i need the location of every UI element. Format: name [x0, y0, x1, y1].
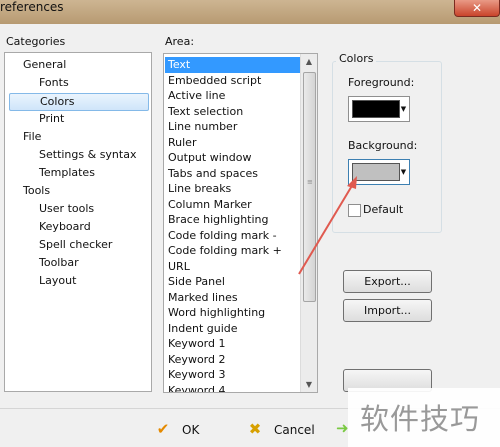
- scroll-down-arrow-icon[interactable]: ▼: [301, 377, 317, 392]
- area-list-item[interactable]: Code folding mark +: [165, 243, 301, 259]
- area-list-item[interactable]: Tabs and spaces: [165, 166, 301, 182]
- cancel-button[interactable]: ✖ Cancel: [244, 418, 324, 440]
- category-item-templates[interactable]: Templates: [39, 165, 95, 181]
- area-label: Area:: [165, 35, 195, 48]
- cross-icon: ✖: [248, 420, 262, 438]
- categories-label: Categories: [6, 35, 66, 48]
- category-item-settings-syntax[interactable]: Settings & syntax: [39, 147, 136, 163]
- category-item-file[interactable]: File: [23, 129, 41, 145]
- close-button[interactable]: ✕: [454, 0, 500, 17]
- close-icon[interactable]: ✕: [472, 1, 482, 15]
- window-title: references: [0, 0, 64, 14]
- default-checkbox-label[interactable]: Default: [363, 203, 403, 216]
- category-item-toolbar[interactable]: Toolbar: [39, 255, 79, 271]
- import-button[interactable]: Import...: [343, 299, 432, 322]
- checkmark-icon: ✔: [156, 420, 170, 438]
- area-list-item[interactable]: Text selection: [165, 104, 301, 120]
- area-list-item[interactable]: Line number: [165, 119, 301, 135]
- area-list-item[interactable]: Brace highlighting: [165, 212, 301, 228]
- watermark-text: 软件技巧: [360, 402, 481, 436]
- area-list-item[interactable]: Ruler: [165, 135, 301, 151]
- area-list-item[interactable]: Keyword 1: [165, 336, 301, 352]
- category-item-fonts[interactable]: Fonts: [39, 75, 69, 91]
- import-button-label[interactable]: Import...: [364, 304, 411, 317]
- foreground-color-picker[interactable]: ▼: [348, 96, 410, 122]
- category-item-colors[interactable]: Colors: [9, 93, 149, 111]
- export-button[interactable]: Export...: [343, 270, 432, 293]
- dropdown-arrow-icon[interactable]: ▼: [399, 160, 408, 184]
- area-list-item[interactable]: Output window: [165, 150, 301, 166]
- cancel-label[interactable]: Cancel: [274, 423, 315, 437]
- area-list-item[interactable]: Marked lines: [165, 290, 301, 306]
- area-list-item[interactable]: Keyword 2: [165, 352, 301, 368]
- dropdown-arrow-icon[interactable]: ▼: [399, 97, 408, 121]
- category-item-tools[interactable]: Tools: [23, 183, 50, 199]
- annotation-arrow-icon: [298, 176, 357, 275]
- category-item-keyboard[interactable]: Keyboard: [39, 219, 91, 235]
- area-list-item[interactable]: Keyword 3: [165, 367, 301, 383]
- area-list-item[interactable]: Indent guide: [165, 321, 301, 337]
- background-label: Background:: [348, 139, 418, 152]
- category-item-user-tools[interactable]: User tools: [39, 201, 94, 217]
- area-list-item[interactable]: Embedded script: [165, 73, 301, 89]
- categories-tree[interactable]: General Fonts Colors Print File Settings & sy…: [4, 52, 152, 392]
- category-item-print[interactable]: Print: [39, 111, 64, 127]
- ok-label[interactable]: OK: [182, 423, 199, 437]
- category-item-spell-checker[interactable]: Spell checker: [39, 237, 112, 253]
- area-list-item[interactable]: Keyword 4: [165, 383, 301, 393]
- area-list-item[interactable]: URL: [165, 259, 301, 275]
- ok-button[interactable]: ✔ OK: [152, 418, 232, 440]
- apply-arrow-icon[interactable]: ➜: [336, 419, 349, 437]
- foreground-label: Foreground:: [348, 76, 415, 89]
- area-list-item[interactable]: Word highlighting: [165, 305, 301, 321]
- foreground-swatch[interactable]: [352, 100, 400, 118]
- area-list-item[interactable]: Line breaks: [165, 181, 301, 197]
- category-item-layout[interactable]: Layout: [39, 273, 76, 289]
- title-bar: references ✕: [0, 0, 500, 24]
- category-item-general[interactable]: General: [23, 57, 66, 73]
- scroll-up-arrow-icon[interactable]: ▲: [301, 54, 317, 69]
- area-list-item[interactable]: Active line: [165, 88, 301, 104]
- colors-group-label: Colors: [336, 52, 377, 65]
- watermark: 软件技巧: [348, 388, 500, 447]
- area-list-item[interactable]: Text: [165, 57, 301, 73]
- area-list-item[interactable]: Code folding mark -: [165, 228, 301, 244]
- area-list-item[interactable]: Column Marker: [165, 197, 301, 213]
- area-list-item[interactable]: Side Panel: [165, 274, 301, 290]
